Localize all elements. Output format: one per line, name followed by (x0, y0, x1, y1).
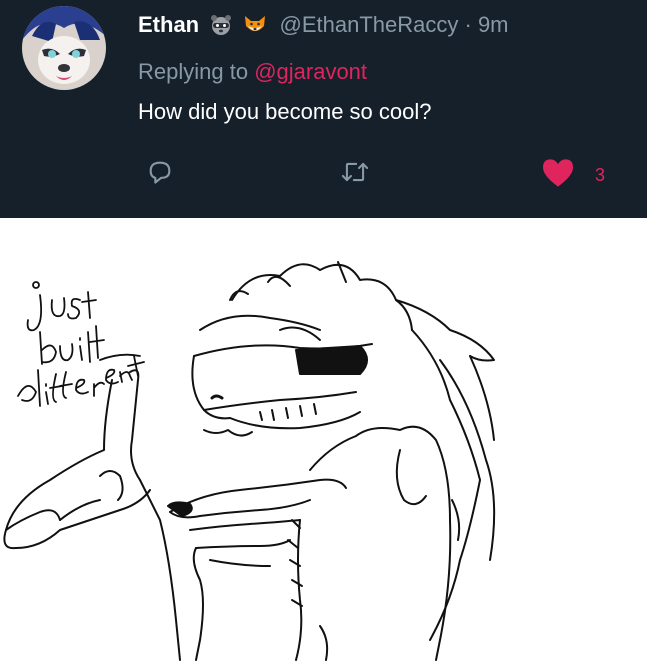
fox-emoji-icon (243, 13, 267, 45)
retweet-button[interactable] (340, 158, 370, 191)
tweet-timestamp[interactable]: 9m (478, 12, 509, 37)
display-name[interactable]: Ethan (138, 12, 199, 37)
mention-link[interactable]: @gjaravont (254, 59, 367, 84)
raccoon-emoji-icon (209, 13, 233, 45)
reply-button[interactable] (146, 158, 174, 191)
action-bar: 3 (0, 158, 647, 198)
like-button[interactable]: 3 (541, 158, 605, 193)
creature-head (191, 261, 413, 437)
sketch-image (0, 218, 647, 667)
retweet-icon (340, 158, 370, 191)
replying-prefix: Replying to (138, 59, 255, 84)
tweet-text: How did you become so cool? (138, 99, 432, 124)
user-handle[interactable]: @EthanTheRaccy (280, 12, 459, 37)
creature-body (287, 425, 452, 661)
like-count: 3 (595, 165, 606, 185)
avatar[interactable] (22, 6, 106, 90)
separator-dot: · (464, 12, 472, 37)
heart-icon (541, 158, 575, 193)
left-hand (3, 369, 181, 661)
handwritten-text (17, 281, 145, 407)
reply-icon (146, 158, 174, 191)
tweet-header: Ethan @EthanTheRaccy · 9m (138, 10, 509, 45)
tweet-card[interactable]: Ethan @EthanTheRaccy · 9m Replying to @g… (0, 0, 647, 218)
right-paw (167, 478, 347, 661)
replying-to-line: Replying to @gjaravont (138, 57, 367, 87)
